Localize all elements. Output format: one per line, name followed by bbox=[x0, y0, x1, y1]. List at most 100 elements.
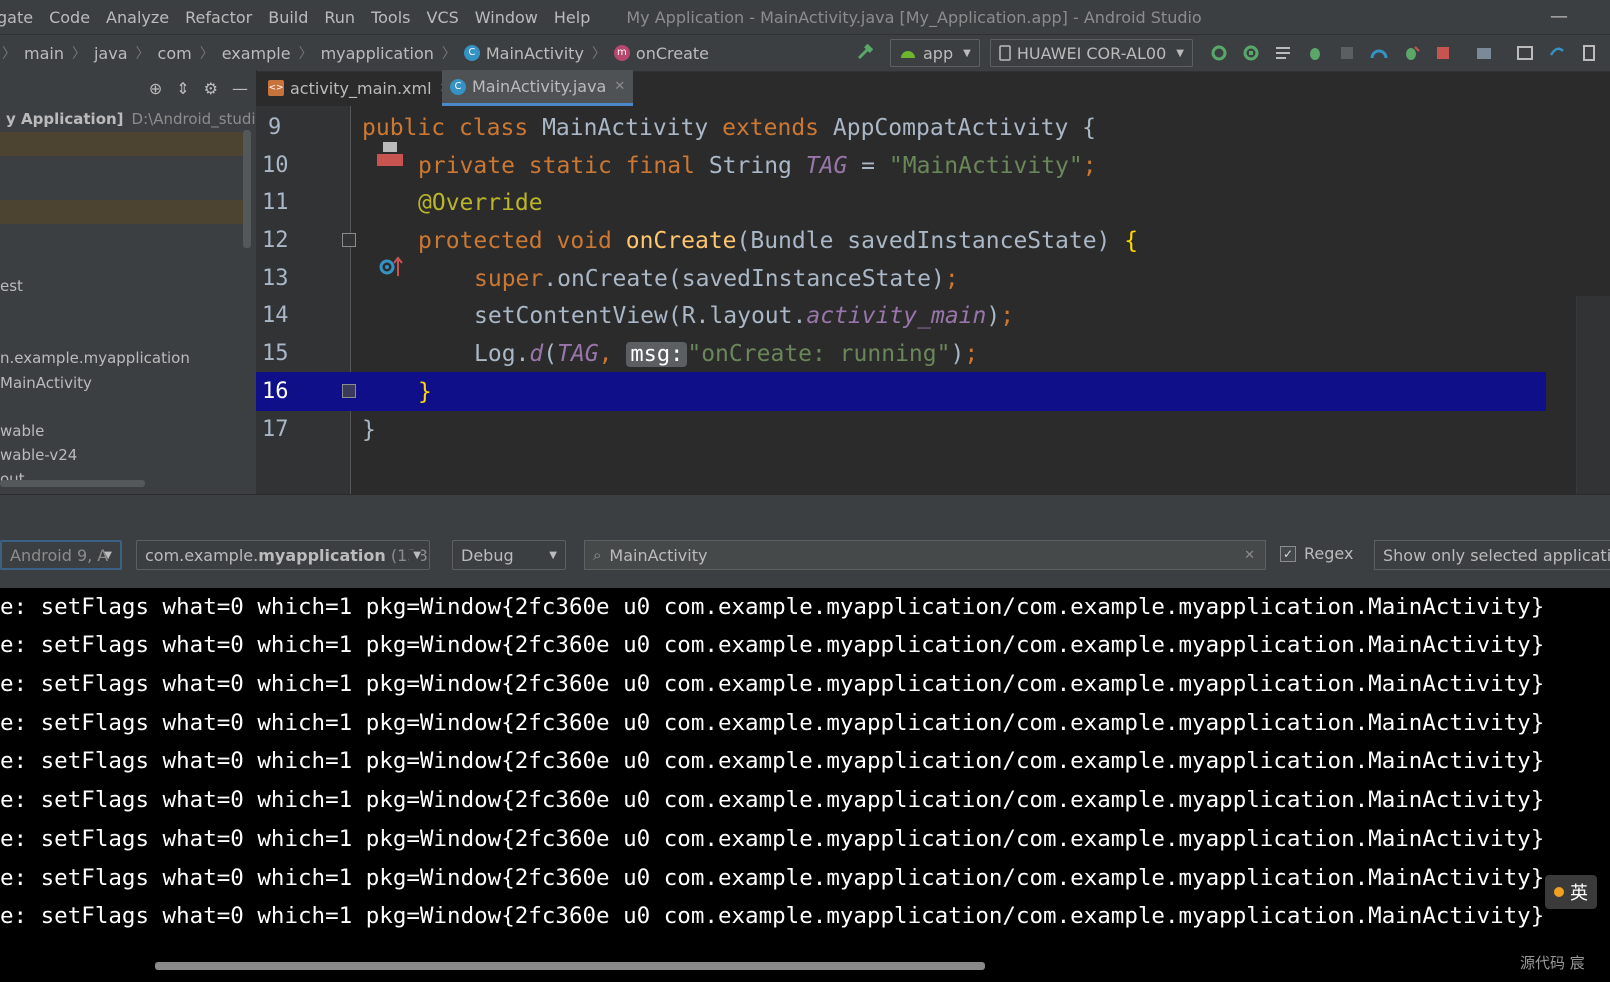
run-config-label: app bbox=[923, 43, 954, 63]
log-line: e: setFlags what=0 which=1 pkg=Window{2f… bbox=[0, 710, 1545, 736]
tree-item[interactable]: MainActivity bbox=[0, 371, 92, 395]
menu-build[interactable]: Build bbox=[268, 8, 308, 27]
chevron-right-icon: 〉 bbox=[135, 46, 150, 62]
tab-mainactivity-java[interactable]: C MainActivity.java ✕ bbox=[442, 70, 634, 106]
menu-bar: gate Code Analyze Refactor Build Run Too… bbox=[0, 0, 1610, 34]
attach-debugger-icon[interactable] bbox=[1400, 42, 1422, 64]
device-filter-select[interactable]: Android 9, A ▼ bbox=[0, 540, 122, 570]
tree-item[interactable]: n.example.myapplication bbox=[0, 346, 190, 370]
breadcrumb-main[interactable]: main bbox=[24, 44, 64, 63]
menu-run[interactable]: Run bbox=[324, 8, 355, 27]
apply-code-changes-icon[interactable] bbox=[1240, 42, 1262, 64]
chevron-down-icon: ▼ bbox=[409, 549, 421, 561]
menu-items: gate Code Analyze Refactor Build Run Too… bbox=[0, 8, 606, 27]
chevron-right-icon: 〉 bbox=[298, 46, 313, 62]
log-line: e: setFlags what=0 which=1 pkg=Window{2f… bbox=[0, 748, 1545, 774]
regex-label: Regex bbox=[1304, 544, 1354, 563]
line-number: 16 bbox=[262, 379, 289, 404]
hammer-icon[interactable] bbox=[855, 42, 877, 64]
vertical-scrollbar[interactable] bbox=[243, 130, 251, 248]
phone-icon bbox=[999, 45, 1011, 61]
ime-indicator[interactable]: 英 bbox=[1545, 875, 1597, 909]
chevron-right-icon: 〉 bbox=[441, 46, 456, 62]
line-number: 10 bbox=[262, 153, 289, 178]
code-text: setContentView(R.layout.activity_main); bbox=[474, 302, 1015, 329]
window-icon[interactable] bbox=[1514, 42, 1536, 64]
tab-activity-main-xml[interactable]: <> activity_main.xml ✕ bbox=[260, 70, 458, 106]
regex-checkbox[interactable]: ✓ Regex bbox=[1280, 544, 1353, 563]
log-level-select[interactable]: Debug ▼ bbox=[452, 540, 566, 570]
menu-refactor[interactable]: Refactor bbox=[185, 8, 252, 27]
code-text: } bbox=[418, 378, 432, 405]
menu-navigate[interactable]: gate bbox=[0, 8, 33, 27]
log-level-label: Debug bbox=[461, 545, 514, 565]
log-line: e: setFlags what=0 which=1 pkg=Window{2f… bbox=[0, 671, 1545, 697]
locate-icon[interactable]: ⊕ bbox=[149, 79, 162, 98]
menu-code[interactable]: Code bbox=[49, 8, 90, 27]
horizontal-scrollbar[interactable] bbox=[0, 480, 145, 487]
menu-analyze[interactable]: Analyze bbox=[106, 8, 169, 27]
horizontal-scrollbar[interactable] bbox=[155, 962, 985, 970]
chevron-down-icon: ▼ bbox=[1176, 47, 1184, 59]
navigation-bar: 〉 main 〉 java 〉 com 〉 example 〉 myapplic… bbox=[0, 34, 1610, 72]
fold-icon[interactable] bbox=[342, 384, 356, 398]
tree-item[interactable]: out bbox=[0, 467, 25, 491]
breadcrumb-oncreate-label: onCreate bbox=[635, 43, 709, 63]
breadcrumb-com[interactable]: com bbox=[158, 44, 192, 63]
tree-highlight bbox=[0, 132, 244, 156]
line-number: 12 bbox=[262, 228, 289, 253]
run-config-select[interactable]: app ▼ bbox=[890, 39, 980, 67]
checkbox-checked-icon[interactable]: ✓ bbox=[1280, 545, 1296, 562]
xml-file-icon: <> bbox=[268, 80, 284, 96]
logcat-search-field[interactable]: ⌕ ✕ bbox=[584, 540, 1266, 570]
project-root[interactable]: y Application] D:\Android_studio\M bbox=[0, 106, 256, 132]
gear-icon[interactable]: ⚙ bbox=[204, 79, 218, 98]
logcat-search-input[interactable] bbox=[607, 544, 1212, 566]
device-select[interactable]: HUAWEI COR-AL00 ▼ bbox=[989, 39, 1193, 67]
sync-gradle-icon[interactable] bbox=[1546, 42, 1568, 64]
code-editor[interactable]: 9 public class MainActivity extends AppC… bbox=[256, 106, 1610, 494]
breadcrumb-example[interactable]: example bbox=[222, 44, 291, 63]
coverage-icon[interactable] bbox=[1336, 42, 1358, 64]
breadcrumb-java[interactable]: java bbox=[94, 44, 128, 63]
stop-icon[interactable] bbox=[1432, 42, 1454, 64]
minimize-button[interactable]: — bbox=[1550, 6, 1568, 27]
project-structure-icon[interactable] bbox=[1473, 42, 1495, 64]
code-text: protected void onCreate(Bundle savedInst… bbox=[418, 227, 1139, 254]
breadcrumb-oncreate[interactable]: m onCreate bbox=[613, 43, 709, 63]
fold-icon[interactable] bbox=[342, 233, 356, 247]
collapse-all-icon[interactable]: ⇕ bbox=[176, 79, 189, 98]
ime-dot-icon bbox=[1554, 887, 1564, 897]
breadcrumb-mainactivity-label: MainActivity bbox=[485, 43, 584, 63]
menu-help[interactable]: Help bbox=[554, 8, 590, 27]
chevron-down-icon: ▼ bbox=[549, 549, 557, 561]
tree-item[interactable]: est bbox=[0, 274, 23, 298]
apply-changes-icon[interactable] bbox=[1208, 42, 1230, 64]
close-icon[interactable]: ✕ bbox=[614, 79, 625, 94]
breadcrumb-mainactivity[interactable]: C MainActivity bbox=[463, 43, 584, 63]
device-label: HUAWEI COR-AL00 bbox=[1016, 43, 1167, 63]
debug-icon[interactable] bbox=[1304, 42, 1326, 64]
process-select[interactable]: com.example.myapplication (1385: ▼ bbox=[136, 540, 430, 570]
class-icon: C bbox=[450, 78, 466, 95]
window-title: My Application - MainActivity.java [My_A… bbox=[626, 7, 1202, 27]
code-line-17: 17 } bbox=[256, 410, 1586, 449]
menu-tools[interactable]: Tools bbox=[371, 8, 410, 27]
breadcrumb-myapplication[interactable]: myapplication bbox=[321, 44, 434, 63]
tree-item[interactable]: wable-v24 bbox=[0, 443, 77, 467]
tree-item[interactable]: wable bbox=[0, 419, 44, 443]
class-icon: C bbox=[463, 45, 480, 61]
menu-vcs[interactable]: VCS bbox=[427, 8, 459, 27]
avd-manager-icon[interactable] bbox=[1578, 42, 1600, 64]
menu-window[interactable]: Window bbox=[475, 8, 538, 27]
tree-highlight bbox=[0, 200, 244, 224]
code-line-13: 13 super.onCreate(savedInstanceState); bbox=[256, 259, 1586, 298]
clear-icon[interactable]: ✕ bbox=[1244, 548, 1255, 563]
panel-splitter[interactable] bbox=[0, 494, 1610, 529]
profiler-icon[interactable] bbox=[1368, 42, 1390, 64]
logcat-output[interactable]: e: setFlags what=0 which=1 pkg=Window{2f… bbox=[0, 588, 1610, 982]
hide-icon[interactable]: — bbox=[232, 79, 248, 98]
project-root-path: D:\Android_studio\M bbox=[131, 110, 256, 128]
list-icon[interactable] bbox=[1272, 42, 1294, 64]
show-only-selected-select[interactable]: Show only selected application bbox=[1374, 540, 1610, 570]
